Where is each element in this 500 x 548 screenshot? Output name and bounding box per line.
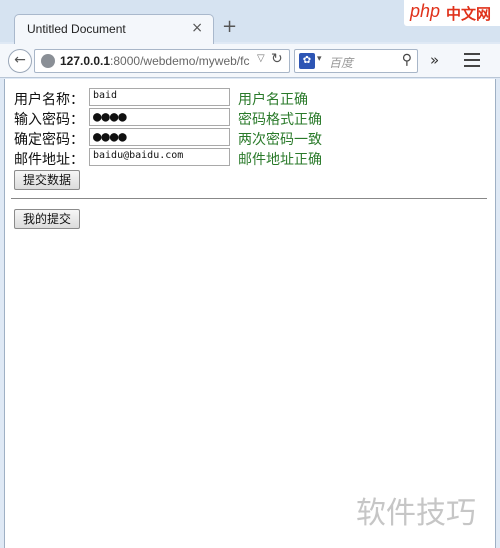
email-hint: 邮件地址正确 — [238, 152, 322, 168]
url-path: :8000/webdemo/myweb/fc — [110, 54, 250, 68]
username-row: 用户名称： baid 用户名正确 — [14, 88, 414, 108]
overflow-chevron-icon[interactable]: » — [430, 51, 439, 69]
reload-icon[interactable]: ↻ — [271, 51, 283, 67]
username-hint: 用户名正确 — [238, 92, 308, 108]
address-bar[interactable]: 127.0.0.1:8000/webdemo/myweb/fc ▽ ↻ — [34, 49, 290, 73]
page-content: 用户名称： baid 用户名正确 输入密码： ●●●● 密码格式正确 确定密码：… — [4, 79, 496, 548]
confirm-row: 确定密码： ●●●● 两次密码一致 — [14, 128, 414, 148]
my-submissions-button[interactable]: 我的提交 — [14, 209, 81, 229]
close-icon[interactable]: × — [191, 20, 203, 36]
php-logo-cn: 中文网 — [446, 5, 492, 23]
hamburger-menu-icon[interactable] — [464, 53, 480, 67]
password-row: 输入密码： ●●●● 密码格式正确 — [14, 108, 414, 128]
search-input[interactable]: 百度 — [329, 54, 353, 71]
username-label: 用户名称： — [14, 92, 84, 108]
engine-dropdown-icon[interactable]: ▾ — [317, 54, 322, 64]
new-tab-button[interactable]: + — [222, 18, 237, 36]
email-label: 邮件地址： — [14, 152, 84, 168]
navigation-bar: ← 127.0.0.1:8000/webdemo/myweb/fc ▽ ↻ ✿ … — [0, 44, 500, 78]
browser-window: Untitled Document × + php 中文网 ← 127.0.0.… — [0, 0, 500, 548]
divider — [11, 198, 487, 199]
confirm-password-input[interactable]: ●●●● — [89, 128, 230, 146]
submit-button[interactable]: 提交数据 — [14, 170, 81, 190]
password-hint: 密码格式正确 — [238, 112, 322, 128]
password-input[interactable]: ●●●● — [89, 108, 230, 126]
password-label: 输入密码： — [14, 112, 84, 128]
globe-icon — [41, 54, 55, 68]
url-host: 127.0.0.1 — [60, 54, 111, 68]
tab-untitled-document[interactable]: Untitled Document × — [14, 14, 214, 44]
watermark-text: 软件技巧 — [356, 496, 476, 531]
email-row: 邮件地址： baidu@baidu.com 邮件地址正确 — [14, 148, 414, 168]
chevron-down-icon[interactable]: ▽ — [257, 53, 265, 64]
tab-strip: Untitled Document × + php 中文网 — [0, 0, 500, 44]
search-bar[interactable]: ✿ ▾ 百度 ⚲ — [294, 49, 418, 73]
username-input[interactable]: baid — [89, 88, 230, 106]
php-watermark-logo: php 中文网 — [404, 0, 500, 26]
php-logo-text: php — [410, 1, 441, 21]
url-text: 127.0.0.1:8000/webdemo/myweb/fc — [60, 54, 250, 68]
email-field[interactable]: baidu@baidu.com — [89, 148, 230, 166]
confirm-label: 确定密码： — [14, 132, 84, 148]
search-icon[interactable]: ⚲ — [402, 52, 412, 68]
arrow-left-icon: ← — [14, 52, 26, 68]
back-button[interactable]: ← — [8, 49, 32, 73]
baidu-paw-icon[interactable]: ✿ — [299, 53, 315, 69]
confirm-hint: 两次密码一致 — [238, 132, 322, 148]
tab-title: Untitled Document — [27, 22, 126, 36]
